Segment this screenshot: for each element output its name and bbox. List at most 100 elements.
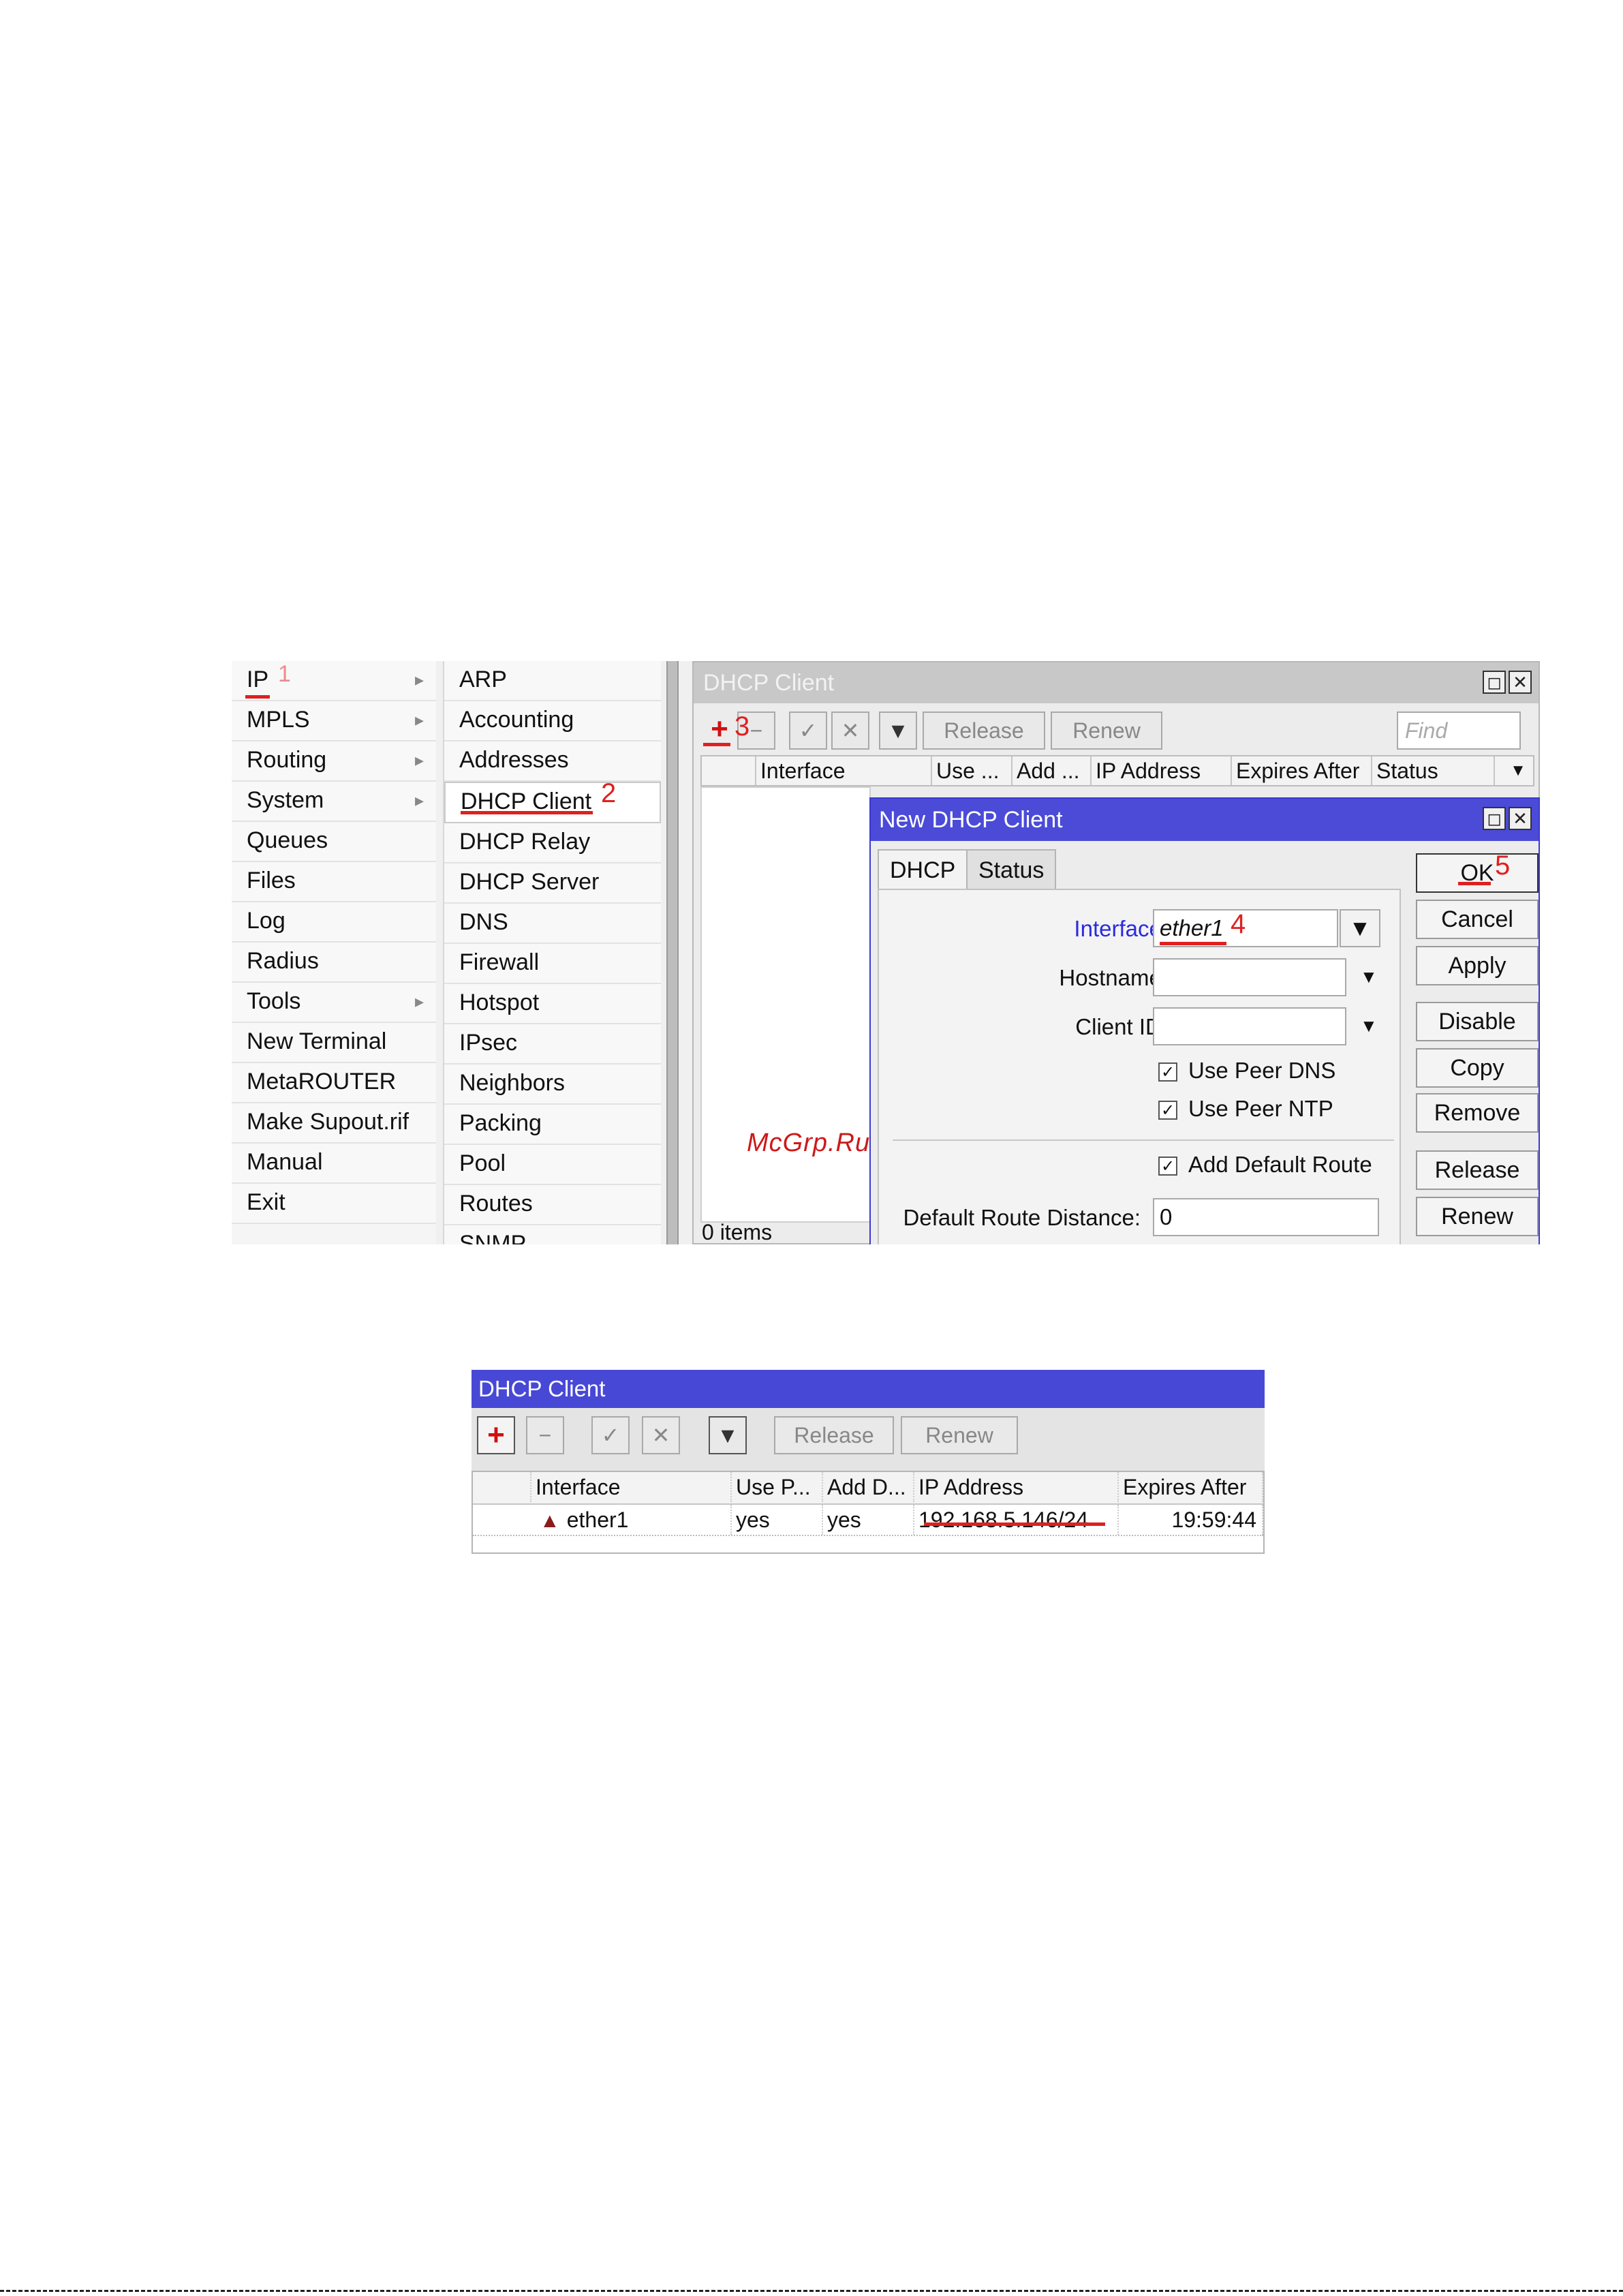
- ip-submenu: ARP Accounting Addresses DHCP Client DHC…: [443, 661, 661, 1244]
- enable-button[interactable]: ✓: [591, 1416, 630, 1454]
- column-expires-after[interactable]: Expires After: [1119, 1472, 1263, 1502]
- submenu-item-firewall[interactable]: Firewall: [444, 944, 661, 984]
- restore-icon[interactable]: ◻: [1483, 671, 1506, 694]
- column-add-default[interactable]: Add ...: [1013, 756, 1092, 785]
- menu-item-files[interactable]: Files: [232, 862, 436, 902]
- column-interface[interactable]: Interface: [756, 756, 932, 785]
- submenu-arrow-icon: ▸: [414, 790, 424, 810]
- enable-button[interactable]: ✓: [789, 711, 827, 750]
- annotation-number-2: 2: [601, 778, 617, 808]
- default-route-distance-field[interactable]: 0: [1153, 1198, 1379, 1236]
- menu-item-metarouter[interactable]: MetaROUTER: [232, 1063, 436, 1103]
- renew-button[interactable]: Renew: [1051, 711, 1162, 750]
- submenu-item-accounting[interactable]: Accounting: [444, 701, 661, 741]
- copy-button[interactable]: Copy: [1416, 1048, 1539, 1088]
- dhcp-client-table: Interface Use P... Add D... IP Address E…: [472, 1471, 1265, 1554]
- use-peer-ntp-checkbox[interactable]: ✓ Use Peer NTP: [1158, 1096, 1333, 1122]
- column-select[interactable]: [702, 756, 756, 785]
- client-id-field[interactable]: [1153, 1007, 1346, 1045]
- cancel-button[interactable]: Cancel: [1416, 900, 1539, 939]
- submenu-item-routes[interactable]: Routes: [444, 1185, 661, 1225]
- menu-item-system[interactable]: System ▸: [232, 782, 436, 822]
- dropdown-icon[interactable]: ▼: [1360, 966, 1378, 988]
- submenu-item-pool[interactable]: Pool: [444, 1145, 661, 1185]
- release-button[interactable]: Release: [923, 711, 1045, 750]
- minus-icon: −: [749, 718, 763, 743]
- submenu-item-ipsec[interactable]: IPsec: [444, 1024, 661, 1065]
- close-icon[interactable]: ✕: [1509, 807, 1532, 830]
- close-icon[interactable]: ✕: [1509, 671, 1532, 694]
- submenu-item-arp[interactable]: ARP: [444, 661, 661, 701]
- column-select[interactable]: [473, 1472, 531, 1502]
- column-ip-address[interactable]: IP Address: [914, 1472, 1119, 1502]
- annotation-number-4: 4: [1231, 909, 1246, 939]
- remove-button[interactable]: −: [526, 1416, 564, 1454]
- annotation-underline-5: [1458, 882, 1491, 885]
- check-icon: ✓: [1158, 1062, 1177, 1082]
- column-use-peer[interactable]: Use ...: [932, 756, 1013, 785]
- renew-button[interactable]: Renew: [901, 1416, 1018, 1454]
- tab-status[interactable]: Status: [966, 849, 1057, 890]
- restore-icon[interactable]: ◻: [1483, 807, 1506, 830]
- menu-item-new-terminal[interactable]: New Terminal: [232, 1023, 436, 1063]
- submenu-item-packing[interactable]: Packing: [444, 1105, 661, 1145]
- menu-item-make-supout[interactable]: Make Supout.rif: [232, 1103, 436, 1144]
- submenu-arrow-icon: ▸: [414, 750, 424, 770]
- winbox-screenshot-top: IP ▸ MPLS ▸ Routing ▸ System ▸ Queues Files …: [232, 661, 1540, 1244]
- annotation-underline-1: [245, 695, 270, 699]
- cell-expires-after: 19:59:44: [1119, 1505, 1263, 1535]
- submenu-item-addresses[interactable]: Addresses: [444, 741, 661, 782]
- filter-button[interactable]: ▼: [709, 1416, 747, 1454]
- cross-icon: ✕: [651, 1423, 670, 1448]
- annotation-underline-2: [461, 811, 593, 814]
- submenu-item-dhcp-client[interactable]: DHCP Client: [444, 782, 661, 823]
- dropdown-icon[interactable]: ▼: [1360, 1015, 1378, 1037]
- menu-item-radius[interactable]: Radius: [232, 943, 436, 983]
- disable-button[interactable]: ✕: [831, 711, 869, 750]
- menu-item-queues[interactable]: Queues: [232, 822, 436, 862]
- column-add-default[interactable]: Add D...: [823, 1472, 914, 1502]
- column-interface[interactable]: Interface: [531, 1472, 732, 1502]
- renew-button[interactable]: Renew: [1416, 1197, 1539, 1236]
- interface-dropdown-button[interactable]: ▼: [1340, 909, 1380, 947]
- hostname-label: Hostname:: [1059, 965, 1168, 990]
- interface-status-icon: ▲: [540, 1510, 560, 1532]
- find-input[interactable]: Find: [1397, 711, 1521, 750]
- ok-button[interactable]: OK: [1416, 853, 1539, 893]
- add-default-route-checkbox[interactable]: ✓ Add Default Route: [1158, 1152, 1372, 1178]
- tab-dhcp[interactable]: DHCP: [878, 849, 968, 890]
- column-status[interactable]: Status: [1372, 756, 1495, 785]
- panel-divider[interactable]: [666, 661, 679, 1244]
- column-ip-address[interactable]: IP Address: [1092, 756, 1232, 785]
- remove-button[interactable]: Remove: [1416, 1093, 1539, 1133]
- main-menu: IP ▸ MPLS ▸ Routing ▸ System ▸ Queues Files …: [232, 661, 436, 1244]
- menu-item-mpls[interactable]: MPLS ▸: [232, 701, 436, 741]
- submenu-item-neighbors[interactable]: Neighbors: [444, 1065, 661, 1105]
- submenu-item-hotspot[interactable]: Hotspot: [444, 984, 661, 1024]
- submenu-item-dhcp-relay[interactable]: DHCP Relay: [444, 823, 661, 863]
- apply-button[interactable]: Apply: [1416, 946, 1539, 985]
- submenu-item-dns[interactable]: DNS: [444, 904, 661, 944]
- menu-item-manual[interactable]: Manual: [232, 1144, 436, 1184]
- hostname-field[interactable]: [1153, 958, 1346, 996]
- release-button[interactable]: Release: [774, 1416, 894, 1454]
- menu-item-routing[interactable]: Routing ▸: [232, 741, 436, 782]
- column-use-peer[interactable]: Use P...: [732, 1472, 823, 1502]
- submenu-item-snmp[interactable]: SNMP: [444, 1225, 661, 1244]
- menu-item-tools[interactable]: Tools ▸: [232, 983, 436, 1023]
- columns-dropdown-icon[interactable]: ▼: [1499, 756, 1533, 785]
- column-expires-after[interactable]: Expires After: [1232, 756, 1372, 785]
- cell-interface: ▲ ether1: [531, 1505, 732, 1535]
- submenu-arrow-icon: ▸: [414, 991, 424, 1011]
- add-button[interactable]: +: [477, 1416, 515, 1454]
- use-peer-dns-checkbox[interactable]: ✓ Use Peer DNS: [1158, 1058, 1335, 1084]
- menu-item-exit[interactable]: Exit: [232, 1184, 436, 1224]
- filter-button[interactable]: ▼: [879, 711, 917, 750]
- check-icon: ✓: [1158, 1101, 1177, 1120]
- submenu-item-dhcp-server[interactable]: DHCP Server: [444, 863, 661, 904]
- release-button[interactable]: Release: [1416, 1150, 1539, 1190]
- table-row[interactable]: ▲ ether1 yes yes 192.168.5.146/24 19:59:4…: [473, 1505, 1263, 1536]
- disable-button[interactable]: ✕: [642, 1416, 680, 1454]
- menu-item-log[interactable]: Log: [232, 902, 436, 943]
- disable-button[interactable]: Disable: [1416, 1002, 1539, 1041]
